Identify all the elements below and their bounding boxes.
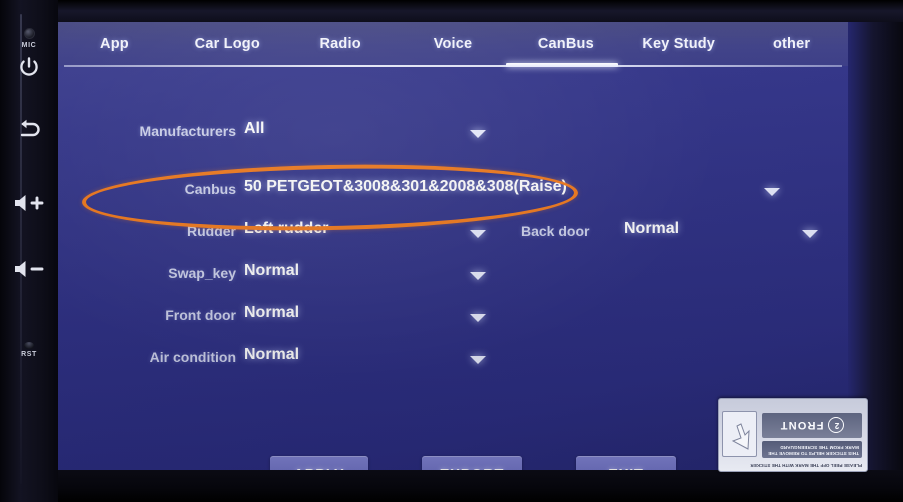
row-manufacturers: Manufacturers All [58, 114, 848, 152]
label-manufacturers: Manufacturers [139, 123, 236, 139]
volume-down-button[interactable] [0, 258, 58, 280]
value-air-condition[interactable]: Normal [244, 346, 299, 364]
sticker-line-1: PLEASE PEEL OFF THE MARK WITH THE STICKE… [750, 463, 862, 468]
back-button[interactable] [0, 118, 58, 142]
label-swap-key: Swap_key [168, 265, 236, 281]
mic-button: MIC [0, 28, 58, 49]
tab-other[interactable]: other [735, 36, 848, 52]
tab-bar: App Car Logo Radio Voice CanBus Key Stud… [58, 22, 848, 66]
value-back-door[interactable]: Normal [624, 220, 679, 238]
chevron-down-icon-front-door[interactable] [470, 314, 486, 322]
tab-canbus[interactable]: CanBus [509, 36, 622, 52]
chevron-down-icon-manufacturers[interactable] [470, 130, 486, 138]
sticker-front-band: 2 FRONT [762, 413, 862, 438]
reset-button[interactable]: RST [0, 342, 58, 358]
tab-radio[interactable]: Radio [284, 36, 397, 52]
label-back-door: Back door [521, 223, 590, 239]
value-canbus[interactable]: 50 PETGEOT&3008&301&2008&308(Raise) [244, 178, 567, 196]
apply-button[interactable]: APPLY [270, 456, 368, 470]
exit-button[interactable]: EXIT [576, 456, 676, 470]
label-air-condition: Air condition [149, 349, 236, 365]
bezel-bottom [0, 470, 903, 502]
sticker-number: 2 [828, 417, 845, 434]
head-unit-device: MIC RST App Car Logo Radio Voice CanBus … [0, 0, 903, 502]
volume-up-icon [15, 195, 44, 211]
tab-key-study[interactable]: Key Study [622, 36, 735, 52]
chevron-down-icon-air-condition[interactable] [470, 356, 486, 364]
volume-up-button[interactable] [0, 192, 58, 214]
row-swap-key: Swap_key Normal [58, 256, 848, 294]
value-rudder[interactable]: Left rudder [244, 220, 328, 238]
mic-hole-icon [23, 28, 35, 39]
sticker-icon-box [722, 411, 757, 457]
label-front-door: Front door [165, 307, 236, 323]
row-rudder: Rudder Left rudder Back door Normal [58, 214, 848, 252]
back-arrow-icon [20, 119, 40, 137]
mic-label: MIC [21, 42, 37, 49]
chevron-down-icon-back-door[interactable] [802, 230, 818, 238]
reset-label: RST [21, 351, 37, 358]
sticker-front-label: FRONT [779, 419, 824, 432]
chevron-down-icon-swap-key[interactable] [470, 272, 486, 280]
value-front-door[interactable]: Normal [244, 304, 299, 322]
reset-hole-icon [24, 342, 34, 349]
bezel-edge-highlight [20, 14, 22, 484]
tab-car-logo[interactable]: Car Logo [171, 36, 284, 52]
label-canbus: Canbus [184, 181, 236, 197]
hand-peel-icon [732, 423, 751, 450]
chevron-down-icon-rudder[interactable] [470, 230, 486, 238]
value-swap-key[interactable]: Normal [244, 262, 299, 280]
row-front-door: Front door Normal [58, 298, 848, 336]
row-canbus: Canbus 50 PETGEOT&3008&301&2008&308(Rais… [58, 172, 848, 210]
value-manufacturers[interactable]: All [244, 120, 264, 138]
power-icon [20, 57, 38, 76]
volume-down-icon [15, 261, 44, 277]
sticker-instruction-band: THIS STICKER HELPS TO REMOVE THE MARK FR… [762, 441, 862, 458]
front-screen-protector-sticker: PLEASE PEEL OFF THE MARK WITH THE STICKE… [718, 398, 868, 472]
chevron-down-icon-canbus[interactable] [764, 188, 780, 196]
tab-app[interactable]: App [58, 36, 171, 52]
bezel-top [0, 0, 903, 24]
export-button[interactable]: EXPORT [422, 456, 522, 470]
label-rudder: Rudder [187, 223, 236, 239]
power-button[interactable] [0, 55, 58, 79]
tab-voice[interactable]: Voice [397, 36, 510, 52]
row-air-condition: Air condition Normal [58, 340, 848, 378]
